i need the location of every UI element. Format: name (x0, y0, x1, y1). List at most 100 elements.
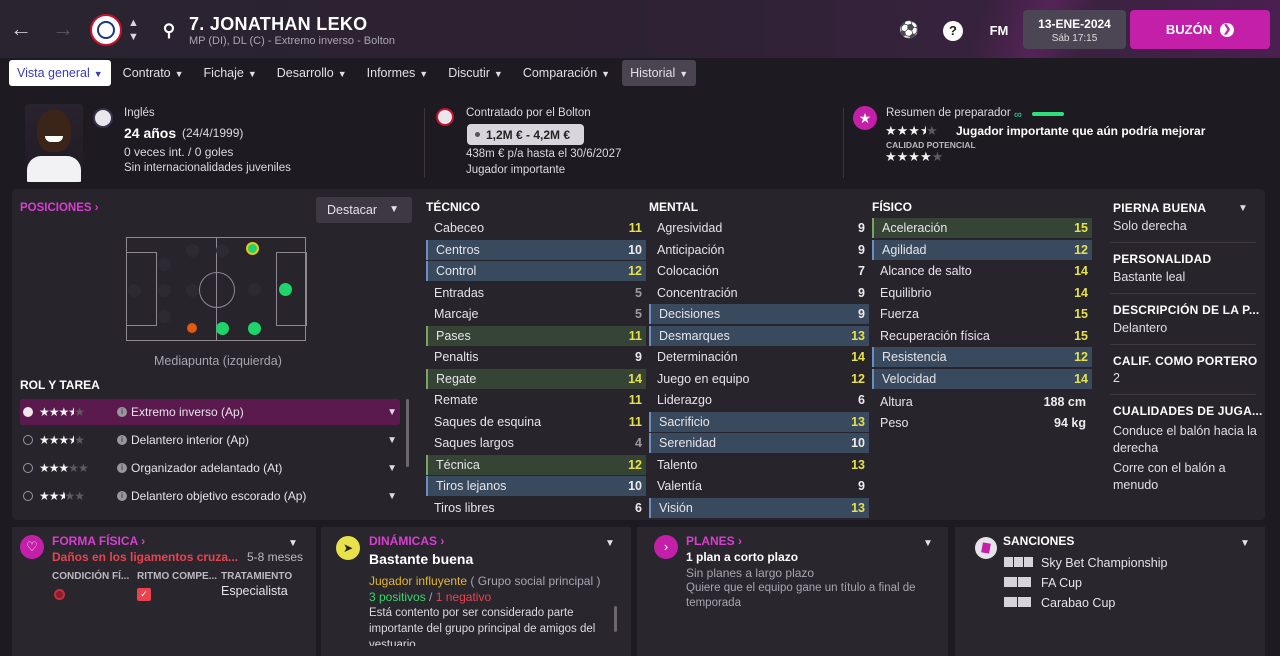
tab-desarrollo[interactable]: Desarrollo ▼ (269, 60, 355, 86)
position-dot[interactable] (158, 258, 171, 271)
attribute-row[interactable]: Sacrificio 13 (649, 411, 869, 432)
chevron-down-icon[interactable]: ▼ (387, 491, 397, 502)
club-crest-icon[interactable] (90, 14, 122, 46)
attribute-row[interactable]: Control 12 (426, 261, 646, 281)
chevron-down-icon[interactable]: ▼ (1240, 538, 1250, 549)
role-item[interactable]: ★★★★★ i Extremo inverso (Ap) ▼ (20, 399, 400, 425)
value-range[interactable]: 1,2M € - 4,2M € (467, 124, 584, 145)
chevron-down-icon[interactable]: ▼ (387, 463, 397, 474)
injury-text[interactable]: Daños en los ligamentos cruza... (52, 550, 238, 564)
attribute-row[interactable]: Aceleración 15 (872, 218, 1092, 238)
help-icon[interactable]: ? (943, 21, 963, 41)
attribute-row[interactable]: Saques de esquina 11 (426, 412, 646, 432)
attribute-row[interactable]: Saques largos 4 (426, 433, 646, 453)
position-dot[interactable] (248, 283, 261, 296)
role-item[interactable]: ★★★★★ i Organizador adelantado (At) ▼ (20, 455, 400, 481)
tab-informes[interactable]: Informes ▼ (359, 60, 437, 86)
position-dot-unconvincing[interactable] (187, 323, 197, 333)
position-dot[interactable] (158, 284, 171, 297)
roles-scrollbar[interactable] (406, 399, 409, 467)
chevron-down-icon[interactable]: ▼ (288, 538, 298, 549)
position-dot[interactable] (186, 244, 199, 257)
position-dot[interactable] (158, 310, 171, 323)
chevron-down-icon[interactable]: ▼ (923, 538, 933, 549)
nationality-flag-icon[interactable] (93, 108, 113, 128)
attribute-row[interactable]: Determinación 14 (649, 347, 869, 367)
attribute-row[interactable]: Valentía 9 (649, 476, 869, 496)
fm-menu-button[interactable]: FM (986, 20, 1012, 42)
tab-discutir[interactable]: Discutir ▼ (440, 60, 511, 86)
info-icon[interactable]: i (117, 435, 127, 445)
attribute-row[interactable]: Serenidad 10 (649, 433, 869, 453)
back-arrow-icon[interactable]: ← (8, 16, 34, 42)
attribute-row[interactable]: Colocación 7 (649, 261, 869, 281)
attribute-row[interactable]: Concentración 9 (649, 283, 869, 303)
attribute-row[interactable]: Talento 13 (649, 455, 869, 475)
position-dot-selected[interactable] (246, 242, 259, 255)
attribute-row[interactable]: Regate 14 (426, 368, 646, 389)
info-icon[interactable]: i (117, 463, 127, 473)
attribute-row[interactable]: Centros 10 (426, 239, 646, 260)
position-dot-natural[interactable] (216, 322, 229, 335)
club-badge-icon[interactable] (436, 108, 454, 126)
role-item[interactable]: ★★★★★ i Delantero objetivo escorado (Ap)… (20, 483, 400, 509)
attribute-row[interactable]: Anticipación 9 (649, 240, 869, 260)
radio-selected[interactable] (23, 407, 33, 417)
dynamics-header[interactable]: DINÁMICAS › (369, 534, 444, 548)
attribute-row[interactable]: Remate 11 (426, 390, 646, 410)
attribute-row[interactable]: Cabeceo 11 (426, 218, 646, 238)
tab-historial[interactable]: Historial ▼ (622, 60, 697, 86)
radio[interactable] (23, 463, 33, 473)
attribute-row[interactable]: Juego en equipo 12 (649, 369, 869, 389)
attribute-row[interactable]: Marcaje 5 (426, 304, 646, 324)
tab-vista-general[interactable]: Vista general ▼ (9, 60, 111, 86)
position-dot-natural[interactable] (279, 283, 292, 296)
attribute-row[interactable]: Tiros lejanos 10 (426, 476, 646, 496)
attribute-row[interactable]: Equilibrio 14 (872, 283, 1092, 303)
radio[interactable] (23, 491, 33, 501)
date-display[interactable]: 13-ENE-2024 Sáb 17:15 (1023, 10, 1126, 49)
chevron-down-icon[interactable]: ▼ (387, 435, 397, 446)
dynamics-scrollbar[interactable] (614, 606, 617, 632)
positions-header[interactable]: POSICIONES › (20, 202, 99, 214)
position-dot[interactable] (186, 284, 199, 297)
attribute-row[interactable]: Tiros libres 6 (426, 498, 646, 518)
chevron-down-icon[interactable]: ▼ (387, 407, 397, 418)
search-icon[interactable]: ⚲ (158, 20, 180, 42)
attribute-row[interactable]: Fuerza 15 (872, 304, 1092, 324)
info-icon[interactable]: i (117, 407, 127, 417)
role-item[interactable]: ★★★★★ i Delantero interior (Ap) ▼ (20, 427, 400, 453)
attribute-row[interactable]: Desmarques 13 (649, 325, 869, 346)
tab-fichaje[interactable]: Fichaje ▼ (196, 60, 265, 86)
attribute-row[interactable]: Alcance de salto 14 (872, 261, 1092, 281)
fitness-header[interactable]: FORMA FÍSICA › (52, 534, 145, 548)
attribute-row[interactable]: Visión 13 (649, 497, 869, 518)
tab-contrato[interactable]: Contrato ▼ (115, 60, 192, 86)
ball-icon[interactable]: ⚽ (898, 20, 920, 42)
attribute-row[interactable]: Resistencia 12 (872, 347, 1092, 367)
inbox-button[interactable]: BUZÓN ❯ (1130, 10, 1270, 49)
chevron-down-icon[interactable]: ▼ (605, 538, 615, 549)
position-dot[interactable] (216, 244, 229, 257)
info-icon[interactable]: i (117, 491, 127, 501)
attribute-row[interactable]: Velocidad 14 (872, 368, 1092, 389)
attribute-row[interactable]: Penaltis 9 (426, 347, 646, 367)
position-dot-natural[interactable] (248, 322, 261, 335)
attribute-row[interactable]: Agilidad 12 (872, 239, 1092, 260)
attribute-row[interactable]: Recuperación física 15 (872, 326, 1092, 346)
forward-arrow-icon[interactable]: → (50, 16, 76, 42)
attribute-row[interactable]: Liderazgo 6 (649, 390, 869, 410)
position-dot[interactable] (128, 284, 141, 297)
chevron-up-icon[interactable]: ▲ (128, 17, 139, 29)
attribute-row[interactable]: Entradas 5 (426, 283, 646, 303)
attribute-row[interactable]: Pases 11 (426, 325, 646, 346)
tab-comparacion[interactable]: Comparación ▼ (515, 60, 618, 86)
chevron-down-icon[interactable]: ▼ (1238, 203, 1248, 214)
attribute-row[interactable]: Decisiones 9 (649, 304, 869, 324)
radio[interactable] (23, 435, 33, 445)
chevron-down-icon[interactable]: ▼ (128, 31, 139, 43)
attribute-row[interactable]: Técnica 12 (426, 454, 646, 475)
highlight-dropdown[interactable]: Destacar ▼ (316, 197, 412, 223)
plans-header[interactable]: PLANES › (686, 534, 742, 548)
attribute-row[interactable]: Agresividad 9 (649, 218, 869, 238)
